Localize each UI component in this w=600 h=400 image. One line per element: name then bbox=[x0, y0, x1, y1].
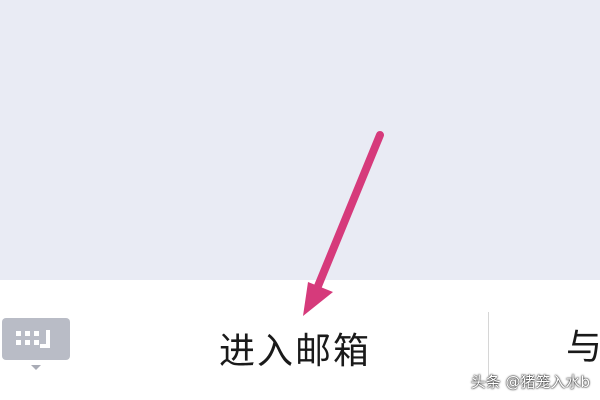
watermark: 头条 @猪笼入水b bbox=[470, 373, 590, 391]
caret-down-icon bbox=[31, 365, 41, 370]
menu-item-enter-mailbox-label: 进入邮箱 bbox=[218, 331, 371, 372]
keyboard-toggle-button[interactable] bbox=[2, 318, 70, 360]
menu-item-enter-mailbox[interactable]: 进入邮箱 bbox=[150, 320, 440, 376]
menu-item-next[interactable]: 与 bbox=[566, 320, 600, 376]
bottom-menu-bar: 进入邮箱 与 头条 @猪笼入水b bbox=[0, 280, 600, 400]
chat-content-area bbox=[0, 0, 600, 280]
menu-divider bbox=[488, 312, 489, 376]
wechat-screen: 进入邮箱 与 头条 @猪笼入水b bbox=[0, 0, 600, 400]
keyboard-icon bbox=[16, 330, 50, 348]
menu-item-next-label: 与 bbox=[566, 327, 600, 368]
